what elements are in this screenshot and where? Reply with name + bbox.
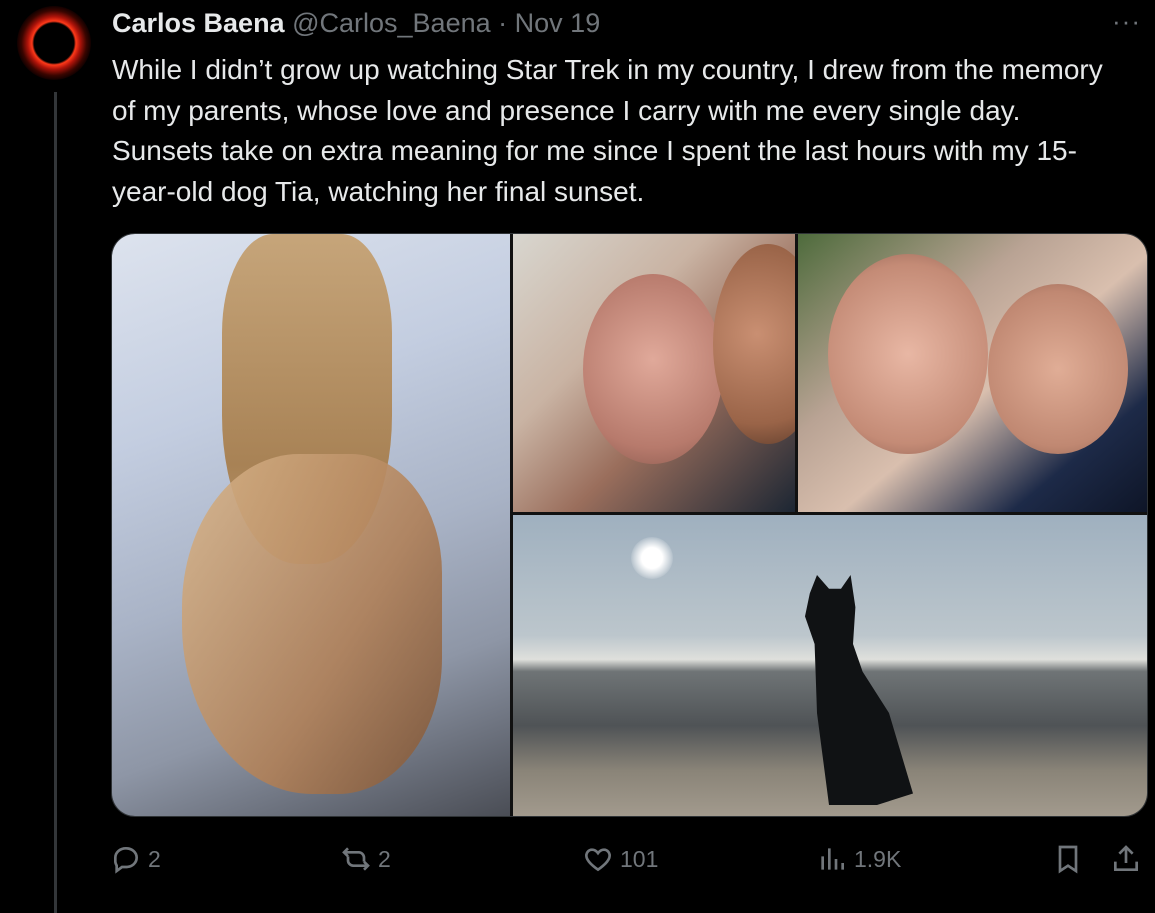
avatar[interactable] — [17, 6, 91, 80]
share-button[interactable] — [1110, 843, 1142, 875]
thread-line — [54, 92, 57, 913]
author-name[interactable]: Carlos Baena — [112, 8, 285, 38]
tweet-header: Carlos Baena @Carlos_Baena · Nov 19 — [112, 8, 600, 39]
header-separator: · — [498, 8, 508, 38]
media-grid — [111, 233, 1148, 817]
heart-icon — [585, 848, 611, 872]
face-shape — [828, 254, 988, 454]
reply-icon — [114, 846, 139, 874]
repost-button[interactable]: 2 — [340, 843, 391, 875]
reply-button[interactable]: 2 — [110, 843, 161, 875]
bookmark-icon — [1058, 845, 1078, 874]
like-button[interactable]: 101 — [582, 843, 658, 875]
selfie-photo[interactable] — [513, 234, 795, 512]
more-options-icon[interactable]: ··· — [1112, 6, 1141, 37]
view-count: 1.9K — [854, 845, 902, 872]
views-button[interactable]: 1.9K — [816, 843, 901, 875]
bookmark-button[interactable] — [1052, 843, 1084, 875]
beach-dog-photo[interactable] — [513, 515, 1147, 816]
repost-count: 2 — [378, 845, 391, 872]
tweet-text: While I didn’t grow up watching Star Tre… — [112, 54, 1103, 207]
author-handle[interactable]: @Carlos_Baena — [292, 8, 491, 38]
tweet-date[interactable]: Nov 19 — [515, 8, 601, 38]
parents-photo[interactable] — [798, 234, 1147, 512]
like-count: 101 — [620, 845, 659, 872]
repost-icon — [342, 847, 370, 871]
views-icon — [821, 848, 844, 870]
hands-photo[interactable] — [112, 234, 510, 816]
face-shape — [713, 244, 795, 444]
dog-silhouette — [805, 575, 913, 805]
face-shape — [583, 274, 723, 464]
action-bar: 2 2 101 1.9K — [0, 843, 1155, 883]
hand-shape — [182, 454, 442, 794]
face-shape — [988, 284, 1128, 454]
reply-count: 2 — [148, 845, 161, 872]
sun-shape — [631, 537, 673, 579]
share-icon — [1114, 845, 1138, 871]
